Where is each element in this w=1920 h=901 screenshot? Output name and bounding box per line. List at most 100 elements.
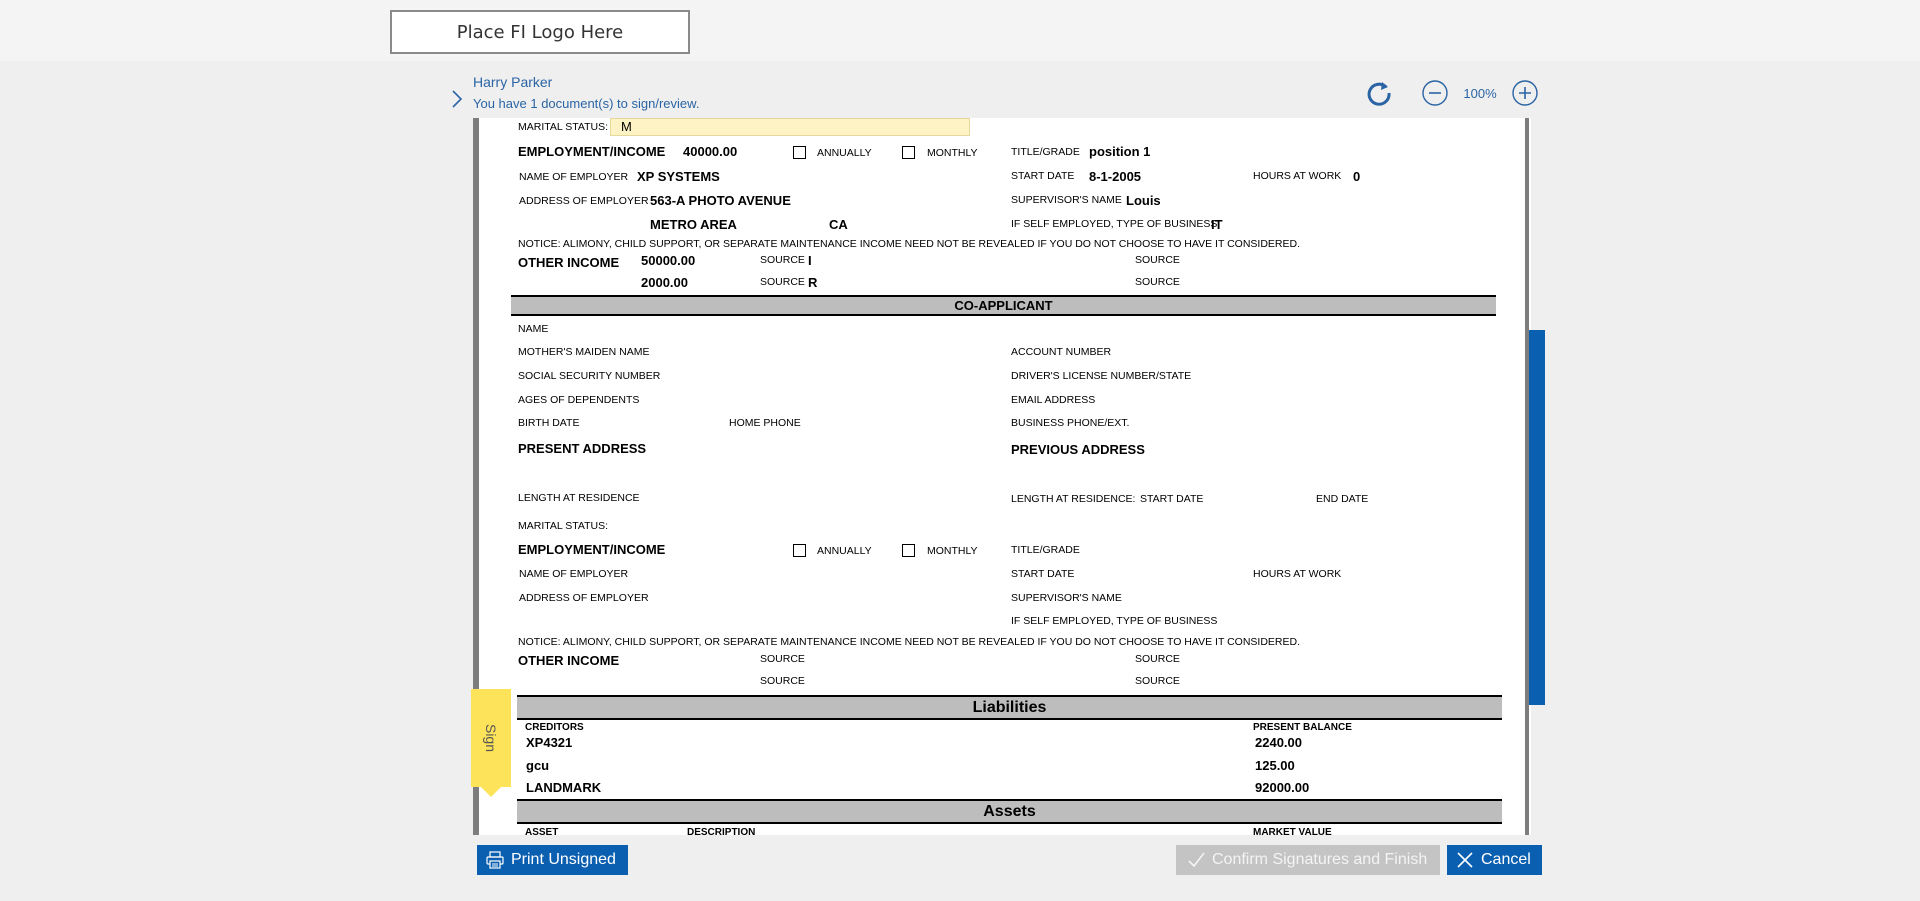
close-icon	[1457, 852, 1473, 868]
hours-value: 0	[1353, 169, 1361, 184]
co-start-label: START DATE	[1011, 568, 1075, 580]
document-header: Harry Parker You have 1 document(s) to s…	[440, 62, 1560, 118]
co-self-employed-label: IF SELF EMPLOYED, TYPE OF BUSINESS	[1011, 615, 1218, 627]
other-income-2: 2000.00	[641, 275, 688, 290]
chevron-right-icon[interactable]	[450, 89, 464, 109]
other-income-1: 50000.00	[641, 253, 696, 268]
cancel-button[interactable]: Cancel	[1447, 845, 1542, 875]
present-balance-label: PRESENT BALANCE	[1253, 722, 1352, 733]
balance-2: 125.00	[1255, 758, 1295, 773]
employer-address-value: 563-A PHOTO AVENUE	[650, 193, 791, 208]
refresh-icon[interactable]	[1364, 78, 1394, 108]
monthly-label: MONTHLY	[927, 147, 978, 159]
asset-label: ASSET	[525, 827, 559, 835]
co-source-label-1: SOURCE	[760, 653, 805, 665]
co-employer-label: NAME OF EMPLOYER	[519, 568, 629, 580]
alimony-notice: NOTICE: ALIMONY, CHILD SUPPORT, OR SEPAR…	[518, 238, 1301, 250]
document-viewer[interactable]: MARITAL STATUS: M EMPLOYMENT/INCOME 4000…	[473, 118, 1531, 835]
print-unsigned-button[interactable]: Print Unsigned	[477, 845, 628, 875]
source-label-1: SOURCE	[760, 254, 805, 266]
co-present-address-label: PRESENT ADDRESS	[518, 441, 647, 456]
co-end-date-label: END DATE	[1316, 493, 1369, 505]
employer-label: NAME OF EMPLOYER	[519, 171, 629, 183]
zoom-in-icon[interactable]	[1510, 78, 1540, 108]
source-label-3: SOURCE	[760, 276, 805, 288]
marital-status-field[interactable]: M	[610, 118, 970, 136]
title-grade-label: TITLE/GRADE	[1011, 146, 1080, 158]
start-date-value: 8-1-2005	[1089, 169, 1142, 184]
other-income-label: OTHER INCOME	[518, 255, 620, 270]
co-account-label: ACCOUNT NUMBER	[1011, 346, 1112, 358]
document-page: MARITAL STATUS: M EMPLOYMENT/INCOME 4000…	[473, 118, 1523, 835]
annually-label: ANNUALLY	[817, 147, 872, 159]
co-source-label-2: SOURCE	[1135, 653, 1180, 665]
co-employment-label: EMPLOYMENT/INCOME	[518, 542, 666, 557]
zoom-out-icon[interactable]	[1420, 78, 1450, 108]
co-start-date-label: START DATE	[1140, 493, 1204, 505]
assets-header: Assets	[517, 799, 1502, 824]
balance-1: 2240.00	[1255, 735, 1302, 750]
title-grade-value: position 1	[1089, 144, 1151, 159]
source-label-2: SOURCE	[1135, 254, 1180, 266]
market-value-label: MARKET VALUE	[1253, 827, 1332, 835]
scrollbar-thumb[interactable]	[1529, 330, 1545, 705]
checkmark-icon	[1188, 852, 1205, 868]
creditor-3: LANDMARK	[526, 780, 602, 795]
source-1: I	[808, 253, 812, 268]
confirm-signatures-label: Confirm Signatures and Finish	[1212, 851, 1428, 868]
fi-logo-placeholder: Place FI Logo Here	[390, 10, 690, 54]
co-license-label: DRIVER'S LICENSE NUMBER/STATE	[1011, 370, 1192, 382]
hours-label: HOURS AT WORK	[1253, 170, 1342, 182]
co-monthly-checkbox[interactable]	[902, 544, 915, 557]
employer-state: CA	[829, 217, 848, 232]
co-title-grade-label: TITLE/GRADE	[1011, 544, 1080, 556]
co-previous-address-label: PREVIOUS ADDRESS	[1011, 442, 1145, 457]
source-2: R	[808, 275, 818, 290]
employer-value: XP SYSTEMS	[637, 169, 720, 184]
co-hours-label: HOURS AT WORK	[1253, 568, 1342, 580]
co-source-label-3: SOURCE	[760, 675, 805, 687]
co-dependents-label: AGES OF DEPENDENTS	[518, 394, 640, 406]
sign-tab[interactable]: Sign	[471, 689, 511, 787]
supervisor-label: SUPERVISOR'S NAME	[1011, 194, 1122, 206]
document-count: You have 1 document(s) to sign/review.	[473, 96, 700, 111]
printer-icon	[486, 851, 504, 869]
marital-status-label: MARITAL STATUS:	[518, 121, 609, 133]
co-employer-address-label: ADDRESS OF EMPLOYER	[519, 592, 649, 604]
co-business-phone-label: BUSINESS PHONE/EXT.	[1011, 417, 1130, 429]
co-alimony-notice: NOTICE: ALIMONY, CHILD SUPPORT, OR SEPAR…	[518, 636, 1301, 648]
zoom-level: 100%	[1463, 85, 1497, 101]
monthly-checkbox[interactable]	[902, 146, 915, 159]
top-bar: Place FI Logo Here	[0, 0, 1920, 61]
signer-name: Harry Parker	[473, 74, 553, 90]
self-employed-value: IT	[1211, 217, 1223, 232]
annually-checkbox[interactable]	[793, 146, 806, 159]
co-length-residence-prev-label: LENGTH AT RESIDENCE:	[1011, 493, 1136, 505]
source-label-4: SOURCE	[1135, 276, 1180, 288]
co-source-label-4: SOURCE	[1135, 675, 1180, 687]
co-other-income-label: OTHER INCOME	[518, 653, 620, 668]
co-birth-label: BIRTH DATE	[518, 417, 580, 429]
co-annually-checkbox[interactable]	[793, 544, 806, 557]
co-supervisor-label: SUPERVISOR'S NAME	[1011, 592, 1122, 604]
employer-city: METRO AREA	[650, 217, 737, 232]
balance-3: 92000.00	[1255, 780, 1310, 795]
sign-tab-label: Sign	[483, 723, 499, 753]
co-home-phone-label: HOME PHONE	[729, 417, 801, 429]
creditor-2: gcu	[526, 758, 550, 773]
creditors-label: CREDITORS	[525, 722, 584, 733]
employment-value: 40000.00	[683, 144, 738, 159]
start-date-label: START DATE	[1011, 170, 1075, 182]
description-label: DESCRIPTION	[687, 827, 756, 835]
co-name-label: NAME	[518, 323, 549, 335]
confirm-signatures-button[interactable]: Confirm Signatures and Finish	[1176, 845, 1440, 875]
supervisor-value: Louis	[1126, 193, 1161, 208]
co-ssn-label: SOCIAL SECURITY NUMBER	[518, 370, 661, 382]
co-monthly-label: MONTHLY	[927, 545, 978, 557]
employer-address-label: ADDRESS OF EMPLOYER	[519, 195, 649, 207]
liabilities-header: Liabilities	[517, 695, 1502, 720]
sign-tab-pointer	[481, 787, 501, 797]
self-employed-label: IF SELF EMPLOYED, TYPE OF BUSINESS	[1011, 218, 1218, 230]
co-applicant-header: CO-APPLICANT	[511, 295, 1496, 316]
viewer-tools: 100%	[1364, 78, 1540, 108]
